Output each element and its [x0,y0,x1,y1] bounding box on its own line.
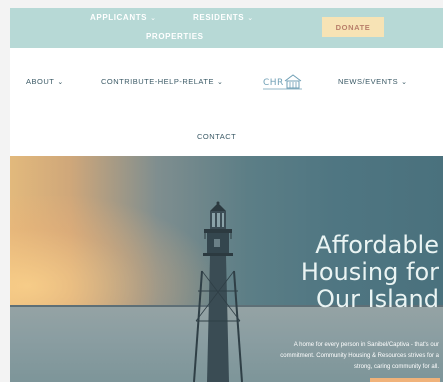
nav-about-label: ABOUT [26,77,55,86]
chr-logo-icon[interactable]: CHR [263,73,303,91]
chevron-down-icon: ⌄ [247,15,254,22]
hero-subtitle: A home for every person in Sanibel/Capti… [149,340,439,373]
hero-banner: Affordable Housing for Our Island A home… [10,156,443,382]
donate-button[interactable]: DONATE [322,17,384,37]
nav-contact[interactable]: CONTACT [197,132,236,141]
nav-news-events[interactable]: NEWS/EVENTS ⌄ [338,77,407,86]
browser-frame: APPLICANTS ⌄ RESIDENTS ⌄ PROPERTIES DONATE… [10,8,443,382]
top-bar: APPLICANTS ⌄ RESIDENTS ⌄ PROPERTIES DONATE [10,8,443,48]
hero-sub-line-3: strong, caring community for all. [353,364,439,370]
chevron-down-icon: ⌄ [57,79,64,86]
chevron-down-icon: ⌄ [216,79,224,86]
nav-contribute-label: CONTRIBUTE-HELP-RELATE [101,77,214,86]
hero-cta-button[interactable] [370,378,440,382]
nav-news-label: NEWS/EVENTS [338,77,399,86]
chevron-down-icon: ⌄ [150,15,157,22]
hero-sub-line-1: A home for every person in Sanibel/Capti… [293,342,439,348]
nav-about[interactable]: ABOUT ⌄ [26,77,64,86]
menu-residents-label: RESIDENTS [193,13,245,22]
hero-sub-line-2: commitment. Community Housing & Resource… [280,353,439,359]
menu-applicants-label: APPLICANTS [90,13,148,22]
chevron-down-icon: ⌄ [401,79,408,86]
menu-residents[interactable]: RESIDENTS ⌄ [193,13,254,22]
hero-title: Affordable Housing for Our Island [219,232,439,313]
nav-contribute[interactable]: CONTRIBUTE-HELP-RELATE ⌄ [101,77,223,86]
menu-properties-label: PROPERTIES [146,32,204,41]
hero-title-line-2: Housing for [300,258,439,286]
hero-title-line-1: Affordable [315,231,439,259]
menu-applicants[interactable]: APPLICANTS ⌄ [90,13,157,22]
main-nav: ABOUT ⌄ CONTRIBUTE-HELP-RELATE ⌄ CHR NEWS/… [10,48,443,156]
menu-properties[interactable]: PROPERTIES [146,32,204,41]
logo-text: CHR [263,78,284,88]
hero-title-line-3: Our Island [316,285,439,313]
nav-contact-label: CONTACT [197,132,237,141]
